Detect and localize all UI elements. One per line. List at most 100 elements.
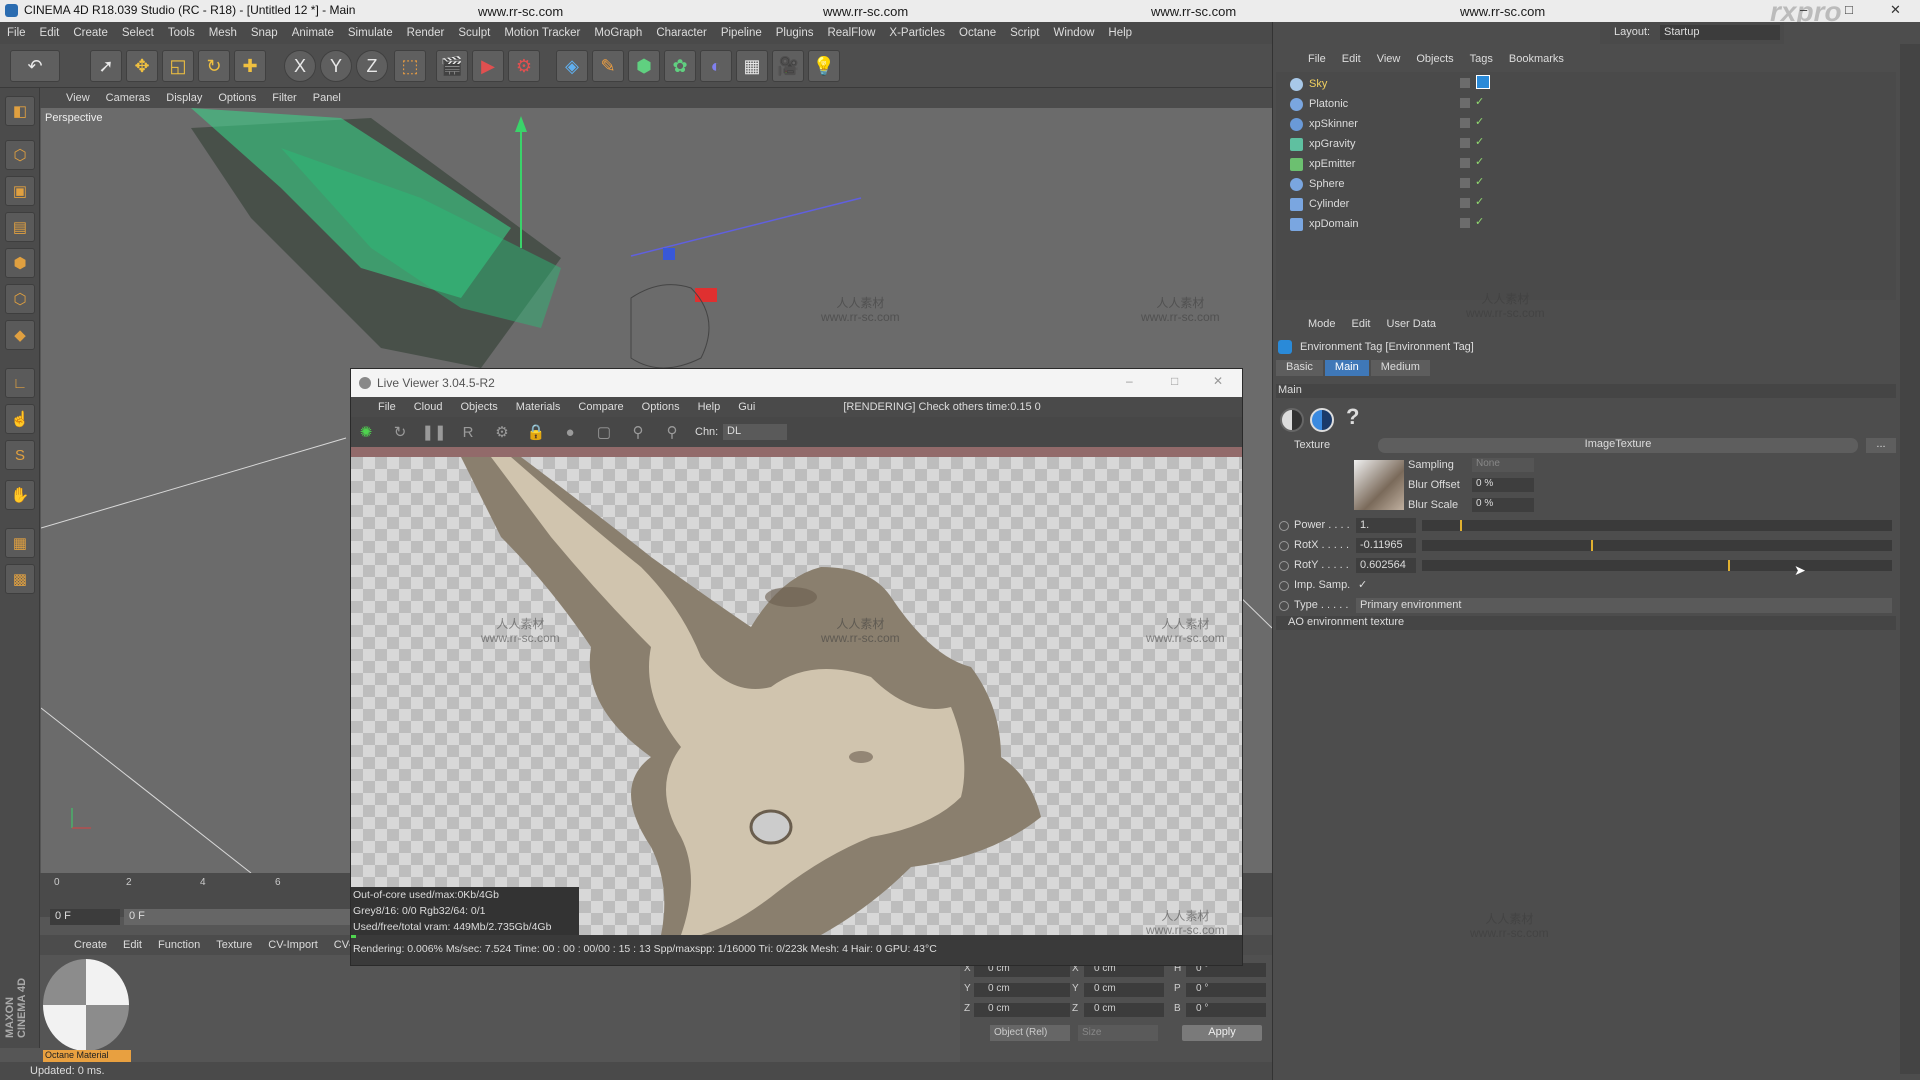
menu-mograph[interactable]: MoGraph [587,27,649,39]
move-icon[interactable]: ✥ [126,50,158,82]
frame-range-slider[interactable]: 0 F [124,909,354,925]
size-z-field[interactable]: Z0 cm [1072,1003,1164,1017]
enabled-check-icon[interactable]: ✓ [1475,215,1484,228]
menu-animate[interactable]: Animate [285,27,341,39]
clay-mode-icon[interactable]: ● [559,422,581,442]
object-menu-bookmarks[interactable]: Bookmarks [1501,53,1572,65]
z-axis-icon[interactable]: Z [356,50,388,82]
menu-tools[interactable]: Tools [161,27,202,39]
texture-thumbnail[interactable] [1354,460,1404,510]
render-view-icon[interactable]: 🎬 [436,50,468,82]
polygons-mode-icon[interactable]: ◆ [5,320,35,350]
visibility-toggle[interactable] [1460,158,1470,168]
animate-radio-icon[interactable] [1279,521,1289,531]
menu-pipeline[interactable]: Pipeline [714,27,769,39]
enabled-check-icon[interactable]: ✓ [1475,135,1484,148]
visibility-toggle[interactable] [1460,178,1470,188]
visibility-toggle[interactable] [1460,218,1470,228]
x-axis-icon[interactable]: X [284,50,316,82]
pick-material-icon[interactable]: ⚲ [661,422,683,442]
object-row-xpdomain[interactable]: xpDomain ✓ [1276,214,1876,234]
lv-menu-materials[interactable]: Materials [507,401,570,413]
viewport-menu-cameras[interactable]: Cameras [98,92,159,104]
maximize-button[interactable]: □ [1845,2,1853,17]
object-menu-tags[interactable]: Tags [1462,53,1501,65]
help-icon[interactable]: ? [1346,404,1359,430]
transform-icon[interactable]: ✚ [234,50,266,82]
model-mode-icon[interactable]: ⬡ [5,140,35,170]
lv-menu-objects[interactable]: Objects [451,401,506,413]
apply-button[interactable]: Apply [1182,1025,1262,1041]
rotx-field[interactable]: -0.11965 [1356,538,1416,553]
floor-icon[interactable]: ▦ [736,50,768,82]
texture-mode-icon[interactable]: ▣ [5,176,35,206]
lv-menu-file[interactable]: File [369,401,405,413]
pause-render-icon[interactable]: ❚❚ [421,422,446,442]
menu-render[interactable]: Render [400,27,452,39]
visibility-toggle[interactable] [1460,98,1470,108]
start-frame-field[interactable]: 0 F [50,909,120,925]
power-field[interactable]: 1. [1356,518,1416,533]
menu-edit[interactable]: Edit [33,27,67,39]
settings-icon[interactable]: ⚙ [491,422,513,442]
menu-motion-tracker[interactable]: Motion Tracker [497,27,587,39]
viewport-menu-filter[interactable]: Filter [264,92,304,104]
deformer-icon[interactable]: ◐ [700,50,732,82]
sampling-select[interactable]: None [1472,458,1534,472]
workplane-mode-icon[interactable]: ▤ [5,212,35,242]
viewport-menu-display[interactable]: Display [158,92,210,104]
material-menu-create[interactable]: Create [66,939,115,951]
menu-snap[interactable]: Snap [244,27,285,39]
enabled-check-icon[interactable]: ✓ [1475,195,1484,208]
light-icon[interactable]: 💡 [808,50,840,82]
visibility-toggle[interactable] [1460,198,1470,208]
size-y-field[interactable]: Y0 cm [1072,983,1164,997]
viewport-menu-view[interactable]: View [58,92,98,104]
restart-render-icon[interactable]: ↻ [389,422,411,442]
attribute-menu-user-data[interactable]: User Data [1379,318,1445,330]
enabled-check-icon[interactable]: ✓ [1475,175,1484,188]
rot-b-field[interactable]: B0 ° [1174,1003,1266,1017]
render-settings-icon[interactable]: ⚙ [508,50,540,82]
enabled-check-icon[interactable]: ✓ [1475,95,1484,108]
environment-tag-icon[interactable] [1476,75,1490,89]
channel-select[interactable]: DL [723,424,787,440]
object-menu-edit[interactable]: Edit [1334,53,1369,65]
render-output[interactable]: 人人素材 www.rr-sc.com 人人素材 www.rr-sc.com 人人素材… [351,457,1242,935]
menu-script[interactable]: Script [1003,27,1046,39]
tab-main[interactable]: Main [1324,360,1369,376]
menu-x-particles[interactable]: X-Particles [882,27,952,39]
send-scene-icon[interactable]: ✺ [355,422,377,442]
material-menu-cv-import[interactable]: CV-Import [260,939,326,951]
attribute-menu-edit[interactable]: Edit [1344,318,1379,330]
material-menu-texture[interactable]: Texture [208,939,260,951]
visibility-toggle[interactable] [1460,138,1470,148]
layout-select[interactable]: Startup [1660,25,1780,40]
live-select-icon[interactable]: ➚ [90,50,122,82]
snapping-icon[interactable]: S [5,440,35,470]
shader-active-icon[interactable] [1310,408,1334,432]
size-mode-select[interactable]: Size [1078,1025,1158,1041]
enabled-check-icon[interactable]: ✓ [1475,155,1484,168]
make-editable-icon[interactable]: ◧ [5,96,35,126]
tab-medium[interactable]: Medium [1370,360,1430,376]
viewport-menu-options[interactable]: Options [210,92,264,104]
material-name[interactable]: Octane Material [43,1050,131,1062]
points-mode-icon[interactable]: ⬢ [5,248,35,278]
axis-mode-icon[interactable]: ∟ [5,368,35,398]
object-row-xpemitter[interactable]: xpEmitter ✓ [1276,154,1876,174]
tab-basic[interactable]: Basic [1276,360,1323,376]
live-viewer-maximize-button[interactable]: □ [1171,374,1178,388]
blur-offset-field[interactable]: 0 % [1472,478,1534,492]
live-viewer-close-button[interactable]: ✕ [1213,374,1223,388]
render-picture-viewer-icon[interactable]: ▶ [472,50,504,82]
subsampling-icon[interactable]: ▢ [593,422,615,442]
attribute-menu-mode[interactable]: Mode [1300,318,1344,330]
pos-y-field[interactable]: Y0 cm [964,983,1070,997]
menu-select[interactable]: Select [115,27,161,39]
blur-scale-field[interactable]: 0 % [1472,498,1534,512]
slider-handle[interactable] [1727,560,1730,571]
viewport-menu-panel[interactable]: Panel [305,92,349,104]
enabled-check-icon[interactable]: ✓ [1475,115,1484,128]
object-menu-objects[interactable]: Objects [1408,53,1461,65]
